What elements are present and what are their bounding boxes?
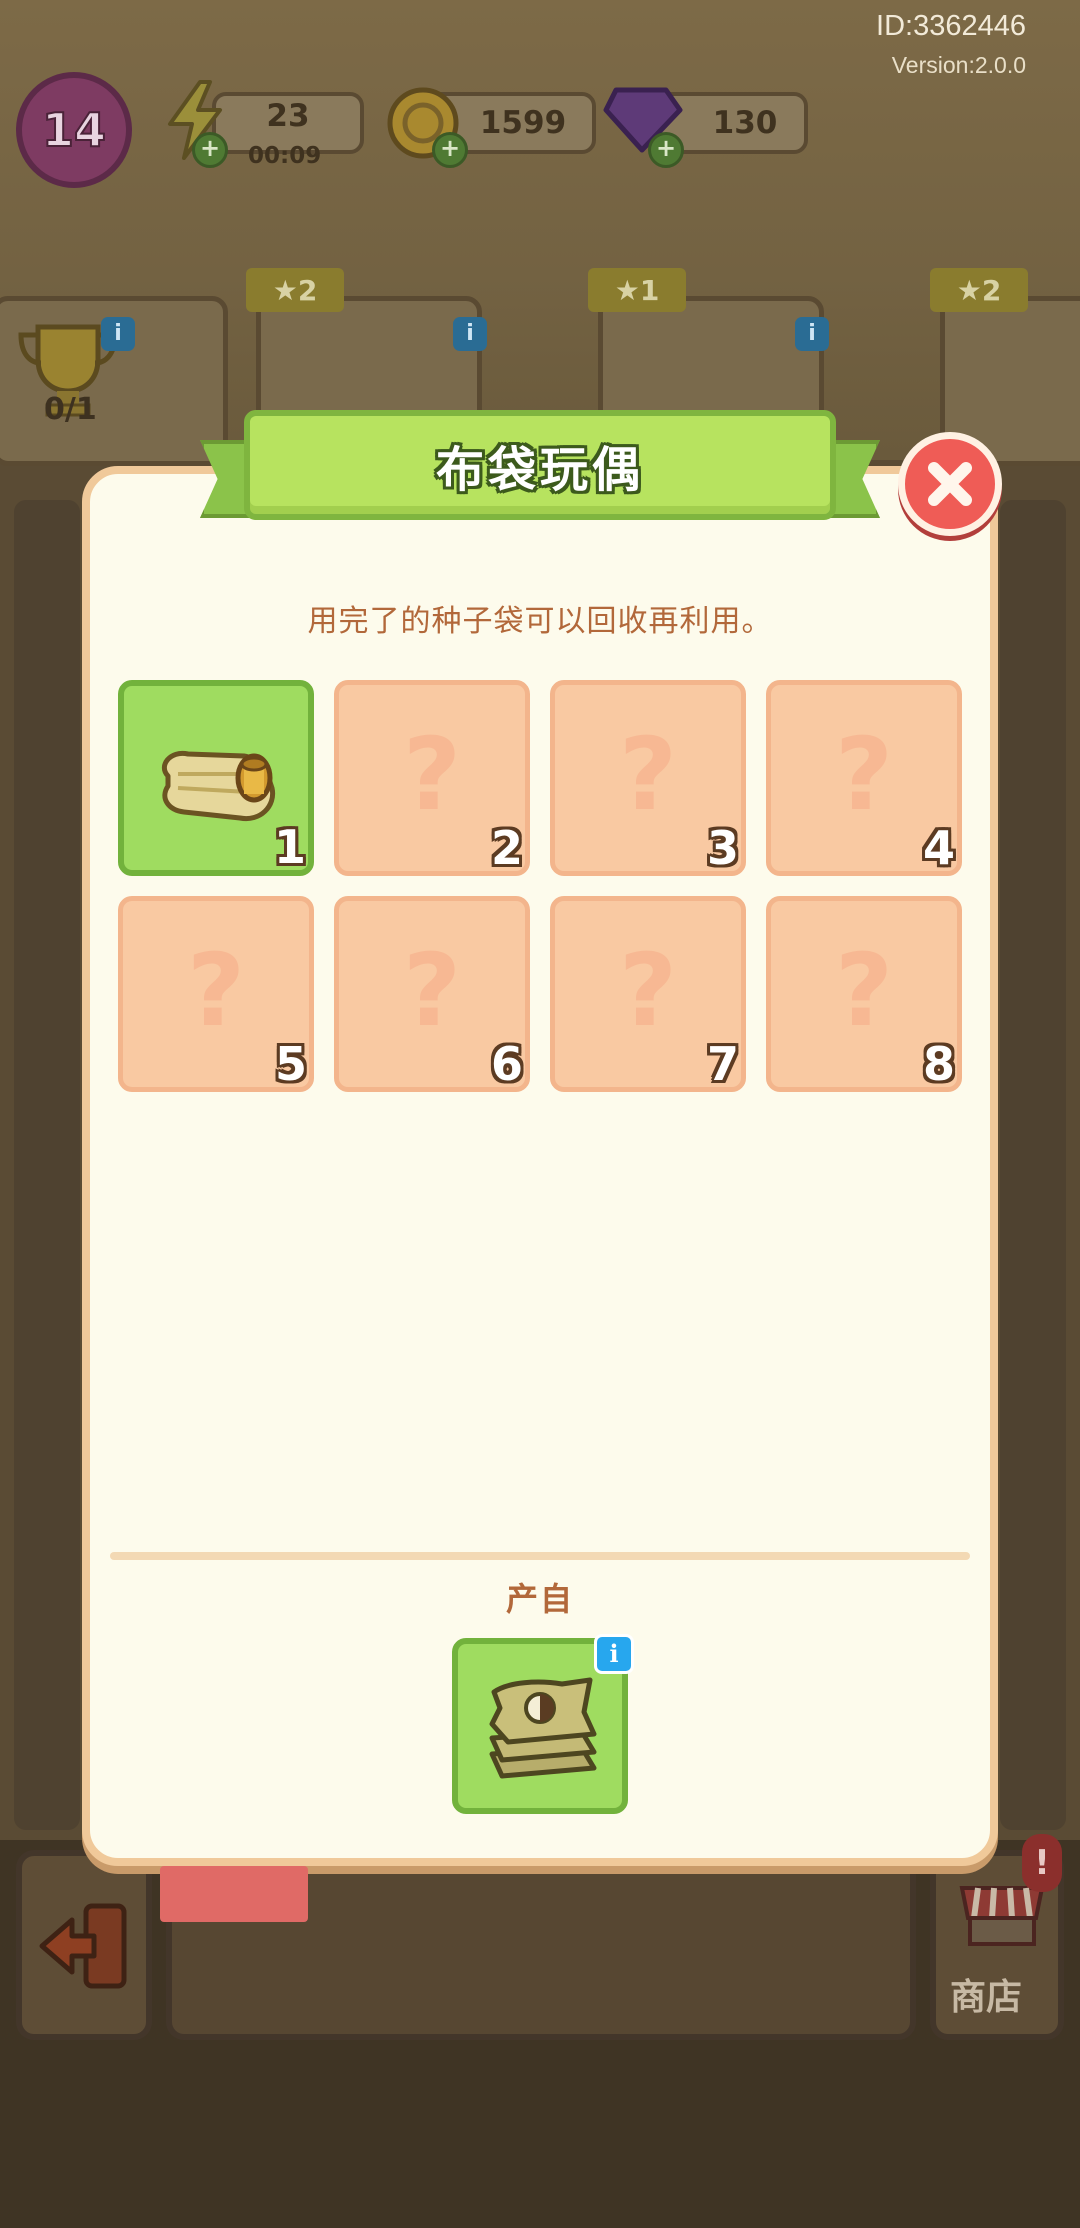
energy-value: 23 — [266, 98, 310, 134]
slot-number: 5 — [274, 1037, 307, 1091]
slot-number: 6 — [490, 1037, 523, 1091]
player-id: ID:3362446 — [876, 10, 1026, 42]
slot-number: 7 — [706, 1037, 739, 1091]
section-divider — [110, 1552, 970, 1560]
board-left-column — [14, 500, 80, 1830]
question-icon: ? — [834, 716, 893, 833]
energy-timer: 00:09 — [248, 143, 322, 169]
slot-number: 4 — [922, 821, 955, 875]
coin-value: 1599 — [479, 105, 567, 141]
collection-slot-6[interactable]: ? 6 — [334, 896, 530, 1092]
modal-title: 布袋玩偶 — [435, 442, 644, 498]
item-description: 用完了的种子袋可以回收再利用。 — [307, 604, 773, 639]
add-coins-button[interactable]: + — [432, 132, 468, 168]
gem-value: 130 — [712, 105, 778, 141]
seed-bag-stack-icon — [489, 1677, 597, 1779]
trophy-info-icon[interactable]: i — [101, 317, 135, 351]
level-number: 14 — [41, 102, 107, 158]
quest-1-stars: 2 — [297, 273, 318, 307]
question-icon: ? — [618, 716, 677, 833]
shop-label: 商店 — [949, 1977, 1022, 2018]
trophy-progress: 0/1 — [44, 392, 97, 427]
close-button[interactable] — [898, 432, 1002, 536]
source-info-icon[interactable]: i — [594, 1634, 634, 1674]
question-icon: ? — [402, 932, 461, 1049]
collection-slot-2[interactable]: ? 2 — [334, 680, 530, 876]
close-icon — [928, 462, 972, 506]
source-title: 产自 — [505, 1580, 574, 1618]
slot-number: 3 — [706, 821, 739, 875]
collection-slot-5[interactable]: ? 5 — [118, 896, 314, 1092]
board-right-column — [1000, 500, 1066, 1830]
collection-slot-1[interactable]: 1 — [118, 680, 314, 876]
quest-2-info-icon[interactable]: i — [795, 317, 829, 351]
quest-1-star-tag: ★ 2 — [246, 268, 344, 312]
collection-slot-4[interactable]: ? 4 — [766, 680, 962, 876]
quest-3-stars: 2 — [981, 273, 1002, 307]
collection-slot-7[interactable]: ? 7 — [550, 896, 746, 1092]
add-gems-button[interactable]: + — [648, 132, 684, 168]
quest-1-info-icon[interactable]: i — [453, 317, 487, 351]
scroll-spool-icon — [161, 750, 276, 822]
version-label: Version:2.0.0 — [891, 52, 1026, 78]
trophy-quest-card[interactable]: i — [0, 296, 228, 466]
question-icon: ? — [402, 716, 461, 833]
exit-button[interactable] — [16, 1850, 152, 2040]
slot-number: 2 — [490, 821, 523, 875]
slot-number: 1 — [273, 820, 306, 874]
question-icon: ? — [186, 932, 245, 1049]
level-badge[interactable]: 14 — [16, 72, 132, 188]
modal-bottom-ribbon — [160, 1866, 308, 1922]
question-icon: ? — [834, 932, 893, 1049]
quest-2-star-tag: ★ 1 — [588, 268, 686, 312]
slot-number: 8 — [922, 1037, 955, 1091]
add-energy-button[interactable]: + — [192, 132, 228, 168]
exit-icon — [39, 1903, 127, 1989]
quest-3-star-tag: ★ 2 — [930, 268, 1028, 312]
collection-slot-3[interactable]: ? 3 — [550, 680, 746, 876]
quest-2-stars: 1 — [639, 273, 660, 307]
collection-grid: 1 ? 2 ? 3 ? 4 ? 5 ? 6 ? 7 ? 8 — [118, 680, 964, 1092]
shop-alert-badge: ! — [1022, 1834, 1062, 1892]
modal-title-banner: 布袋玩偶 — [244, 410, 836, 520]
collection-slot-8[interactable]: ? 8 — [766, 896, 962, 1092]
question-icon: ? — [618, 932, 677, 1049]
